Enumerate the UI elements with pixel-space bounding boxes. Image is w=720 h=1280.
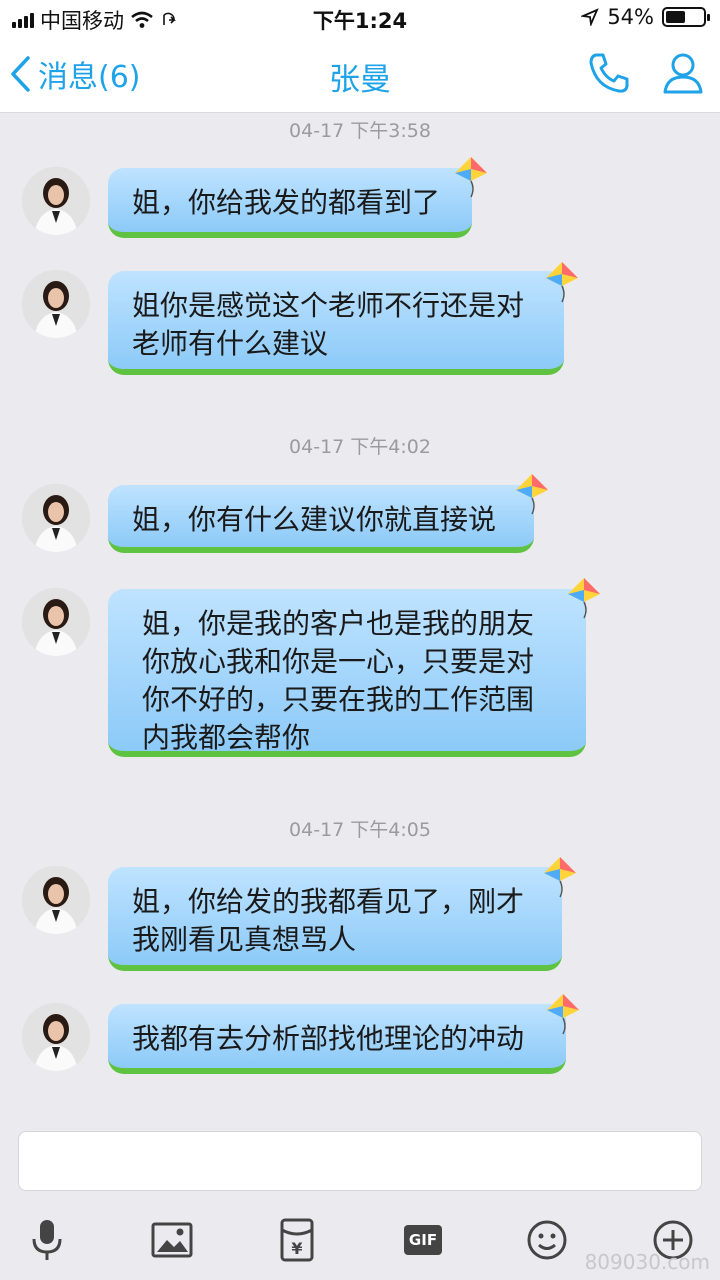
message-text: 我都有去分析部找他理论的冲动 <box>132 1022 525 1055</box>
timestamp: 04-17 下午4:02 <box>289 436 431 458</box>
message-input[interactable] <box>18 1131 702 1191</box>
timestamp: 04-17 下午3:58 <box>289 120 431 142</box>
image-icon <box>151 1222 193 1258</box>
message-bubble[interactable]: 我都有去分析部找他理论的冲动 <box>108 1004 566 1074</box>
kite-icon <box>455 157 487 198</box>
battery-icon <box>662 7 710 27</box>
chat-header: 消息(6) 张曼 <box>0 36 720 113</box>
avatar[interactable] <box>22 1003 90 1071</box>
emoji-icon <box>527 1220 567 1260</box>
profile-button[interactable] <box>660 50 706 100</box>
message-text: 姐，你给发的我都看见了，刚才 我刚看见真想骂人 <box>132 885 525 956</box>
message-text: 姐，你有什么建议你就直接说 <box>132 503 497 536</box>
watermark: 809030.com <box>584 1250 710 1274</box>
person-icon <box>663 53 703 94</box>
svg-text:¥: ¥ <box>291 1239 302 1258</box>
message-bubble[interactable]: 姐，你给我发的都看到了 <box>108 168 472 238</box>
microphone-icon <box>32 1220 62 1260</box>
phone-icon <box>589 53 629 93</box>
message-bubble[interactable]: 姐，你有什么建议你就直接说 <box>108 485 534 553</box>
gif-button[interactable]: GIF <box>396 1214 450 1266</box>
message-text: 姐，你是我的客户也是我的朋友 你放心我和你是一心，只要是对 你不好的，只要在我的… <box>142 607 535 754</box>
kite-icon <box>546 262 578 303</box>
avatar[interactable] <box>22 484 90 552</box>
avatar[interactable] <box>22 270 90 338</box>
status-bar: 中国移动 下午1:24 54% <box>0 0 720 36</box>
avatar[interactable] <box>22 588 90 656</box>
message-bubble[interactable]: 姐你是感觉这个老师不行还是对 老师有什么建议 <box>108 271 564 375</box>
timestamp: 04-17 下午4:05 <box>289 819 431 841</box>
kite-icon <box>547 994 579 1035</box>
kite-icon <box>568 578 600 619</box>
call-button[interactable] <box>586 50 632 100</box>
message-bubble[interactable]: 姐，你给发的我都看见了，刚才 我刚看见真想骂人 <box>108 867 562 971</box>
battery-percent: 54% <box>607 5 654 29</box>
image-button[interactable] <box>145 1214 199 1266</box>
voice-button[interactable] <box>20 1214 74 1266</box>
kite-icon <box>544 857 576 898</box>
message-bubble[interactable]: 姐，你是我的客户也是我的朋友 你放心我和你是一心，只要是对 你不好的，只要在我的… <box>108 589 586 757</box>
avatar[interactable] <box>22 167 90 235</box>
kite-icon <box>516 474 548 515</box>
message-text: 姐你是感觉这个老师不行还是对 老师有什么建议 <box>132 289 525 360</box>
emoji-button[interactable] <box>520 1214 574 1266</box>
red-envelope-icon: ¥ <box>280 1218 314 1262</box>
red-envelope-button[interactable]: ¥ <box>270 1214 324 1266</box>
avatar[interactable] <box>22 866 90 934</box>
gif-icon: GIF <box>404 1225 442 1255</box>
message-text: 姐，你给我发的都看到了 <box>132 186 441 219</box>
location-arrow-icon <box>581 8 600 26</box>
